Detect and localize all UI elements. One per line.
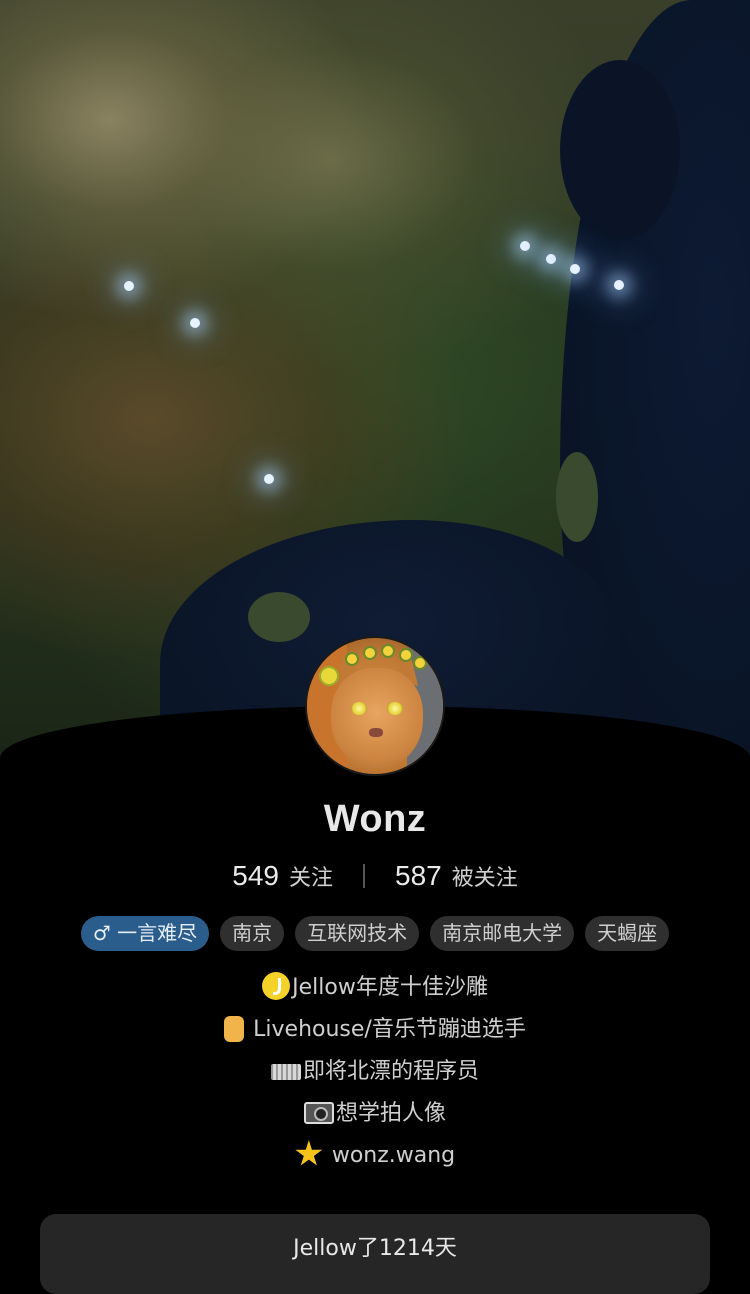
jellow-days-label: Jellow了1214天 <box>293 1236 457 1261</box>
flower <box>365 648 375 658</box>
city-light <box>190 318 200 328</box>
bio-text: 即将北漂的程序员 <box>302 1059 479 1084</box>
followers-stat[interactable]: 587 被关注 <box>395 860 518 892</box>
following-count: 549 <box>232 860 279 891</box>
bio-link-text[interactable]: wonz.wang <box>325 1143 455 1168</box>
city-light <box>546 254 556 264</box>
flower <box>415 658 425 668</box>
cat-head <box>331 668 423 768</box>
bio-text: Livehouse/音乐节蹦迪选手 <box>246 1017 526 1042</box>
followers-label: 被关注 <box>451 866 518 891</box>
following-stat[interactable]: 549 关注 <box>232 860 333 892</box>
bio-text: 想学拍人像 <box>335 1101 446 1126</box>
tag-city[interactable]: 南京 <box>220 916 285 951</box>
cat-eye <box>387 702 403 715</box>
jellow-days-button[interactable]: Jellow了1214天 <box>40 1214 710 1294</box>
avatar[interactable] <box>305 636 445 776</box>
city-light <box>124 281 134 291</box>
bio-line: 即将北漂的程序员 <box>0 1054 750 1096</box>
flower <box>401 650 411 660</box>
lemon-slice <box>319 666 339 686</box>
city-light <box>570 264 580 274</box>
cover-island-taiwan <box>556 452 598 542</box>
tag-gender[interactable]: ♂ 一言难尽 <box>80 916 210 951</box>
bio-line: 想学拍人像 <box>0 1096 750 1138</box>
rock-hand-icon <box>224 1016 245 1042</box>
cover-island-hainan <box>248 592 310 642</box>
city-light <box>264 474 274 484</box>
following-label: 关注 <box>288 866 333 891</box>
cat-nose <box>369 728 383 737</box>
bio-line: Jellow年度十佳沙雕 <box>0 970 750 1012</box>
flower-wreath <box>327 644 427 668</box>
tag-zodiac[interactable]: 天蝎座 <box>585 916 670 951</box>
profile-bio: Jellow年度十佳沙雕 Livehouse/音乐节蹦迪选手 即将北漂的程序员 … <box>0 970 750 1180</box>
tag-industry[interactable]: 互联网技术 <box>295 916 420 951</box>
bio-line[interactable]: wonz.wang <box>0 1138 750 1180</box>
city-light <box>614 280 624 290</box>
city-light <box>520 241 530 251</box>
profile-name: Wonz <box>323 798 427 840</box>
cat-eye <box>351 702 367 715</box>
stats-divider <box>363 864 365 888</box>
flower <box>347 654 357 664</box>
bio-line: Livehouse/音乐节蹦迪选手 <box>0 1012 750 1054</box>
cover-sea-bay <box>560 60 680 240</box>
flower <box>383 646 393 656</box>
star-icon <box>295 1140 323 1166</box>
keyboard-icon <box>270 1064 301 1080</box>
profile-tags: ♂ 一言难尽 南京 互联网技术 南京邮电大学 天蝎座 <box>0 916 750 951</box>
bio-text: Jellow年度十佳沙雕 <box>292 975 488 1000</box>
jellow-badge-icon <box>262 972 291 1000</box>
camera-icon <box>303 1102 334 1124</box>
followers-count: 587 <box>395 860 442 891</box>
tag-school[interactable]: 南京邮电大学 <box>430 916 575 951</box>
follow-stats: 549 关注 587 被关注 <box>0 860 750 892</box>
